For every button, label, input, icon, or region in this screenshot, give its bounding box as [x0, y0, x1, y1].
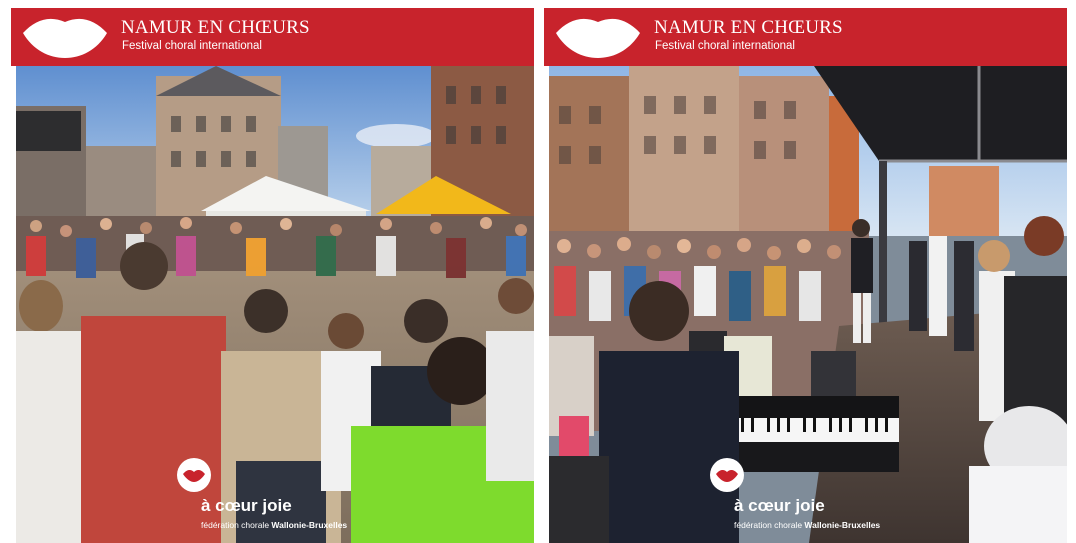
- brand-name: à cœur joie: [201, 496, 292, 515]
- festival-title: NAMUR EN CHŒURS: [121, 17, 310, 38]
- heart-logo-icon: [710, 458, 744, 492]
- brand-tagline: fédération chorale Wallonie-Bruxelles: [734, 520, 881, 530]
- brand-tagline: fédération chorale Wallonie-Bruxelles: [201, 520, 348, 530]
- heart-logo-icon: [177, 458, 211, 492]
- lips-logo-icon: [23, 18, 107, 58]
- crowd-square-photo: à cœur joie fédération chorale Wallonie-…: [16, 66, 534, 543]
- lips-logo-icon: [556, 18, 640, 58]
- festival-banner: NAMUR EN CHŒURS Festival choral internat…: [544, 8, 1067, 66]
- brand-block: à cœur joie fédération chorale Wallonie-…: [709, 458, 889, 538]
- festival-subtitle: Festival choral international: [655, 40, 795, 52]
- stage-piano-photo: à cœur joie fédération chorale Wallonie-…: [549, 66, 1067, 543]
- festival-subtitle: Festival choral international: [122, 40, 262, 52]
- brand-name: à cœur joie: [734, 496, 825, 515]
- brand-block: à cœur joie fédération chorale Wallonie-…: [176, 458, 356, 538]
- festival-banner: NAMUR EN CHŒURS Festival choral internat…: [11, 8, 534, 66]
- festival-title: NAMUR EN CHŒURS: [654, 17, 843, 38]
- post-left: NAMUR EN CHŒURS Festival choral internat…: [11, 8, 534, 543]
- post-right: NAMUR EN CHŒURS Festival choral internat…: [544, 8, 1067, 543]
